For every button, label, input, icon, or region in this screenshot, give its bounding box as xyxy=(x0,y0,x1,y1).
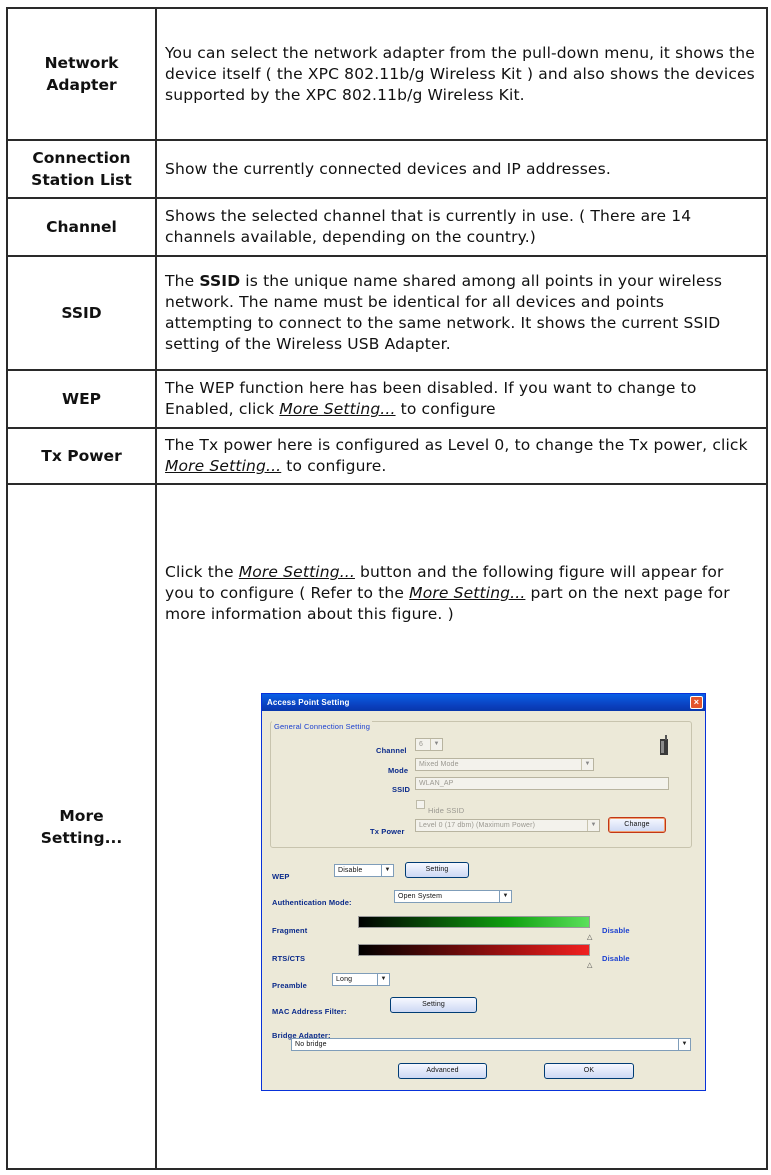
tx-power-value: Level 0 (17 dbm) (Maximum Power) xyxy=(419,822,536,829)
label-tx-power: Tx Power xyxy=(6,427,157,485)
label-more-setting: More Setting... xyxy=(6,483,157,1170)
mode-value: Mixed Mode xyxy=(419,761,459,768)
authentication-mode-value: Open System xyxy=(398,893,443,900)
more-setting-paragraph: Click the More Setting... button and the… xyxy=(165,562,756,625)
label-line: Network xyxy=(44,54,119,72)
chevron-down-icon: ▼ xyxy=(499,891,511,902)
hide-ssid-checkbox[interactable] xyxy=(416,800,425,809)
row-more-setting: More Setting... Click the More Setting..… xyxy=(6,483,768,1170)
chevron-down-icon: ▼ xyxy=(430,739,442,750)
fragment-slider[interactable] xyxy=(358,916,590,928)
label-line: Adapter xyxy=(46,76,117,94)
wep-value: Disable xyxy=(338,867,363,874)
more-setting-reference: More Setting... xyxy=(279,400,396,418)
bridge-adapter-value: No bridge xyxy=(295,1041,327,1048)
hide-ssid-label: Hide SSID xyxy=(428,806,465,815)
label-line: Station List xyxy=(31,171,132,189)
label-wep: WEP xyxy=(6,369,157,429)
channel-select[interactable]: 6 ▼ xyxy=(415,738,443,751)
authentication-mode-label: Authentication Mode: xyxy=(272,898,352,907)
desc-text: to configure xyxy=(395,400,496,418)
rts-cts-value: Disable xyxy=(602,954,630,963)
desc-more-setting: Click the More Setting... button and the… xyxy=(155,483,768,1170)
label-ssid: SSID xyxy=(6,255,157,371)
authentication-mode-select[interactable]: Open System ▼ xyxy=(394,890,512,903)
channel-value: 6 xyxy=(419,741,424,748)
row-channel: Channel Shows the selected channel that … xyxy=(6,197,768,257)
label-network-adapter: Network Adapter xyxy=(6,7,157,141)
ssid-term: SSID xyxy=(199,272,241,290)
ok-button[interactable]: OK xyxy=(544,1063,634,1079)
mode-select[interactable]: Mixed Mode ▼ xyxy=(415,758,594,771)
wireless-device-icon xyxy=(660,735,668,755)
preamble-label: Preamble xyxy=(272,981,307,990)
tx-power-select[interactable]: Level 0 (17 dbm) (Maximum Power) ▼ xyxy=(415,819,600,832)
chevron-down-icon: ▼ xyxy=(678,1039,690,1050)
chevron-down-icon: ▼ xyxy=(377,974,389,985)
chevron-down-icon: ▼ xyxy=(587,820,599,831)
desc-ssid: The SSID is the unique name shared among… xyxy=(155,255,768,371)
dialog-title: Access Point Setting xyxy=(267,698,350,707)
mac-filter-setting-button[interactable]: Setting xyxy=(390,997,477,1013)
mac-address-filter-label: MAC Address Filter: xyxy=(272,1007,347,1016)
preamble-select[interactable]: Long ▼ xyxy=(332,973,390,986)
wep-select[interactable]: Disable ▼ xyxy=(334,864,394,877)
wep-setting-button[interactable]: Setting xyxy=(405,862,469,878)
desc-wep: The WEP function here has been disabled.… xyxy=(155,369,768,429)
more-setting-reference: More Setting... xyxy=(409,584,526,602)
desc-text: Click the xyxy=(165,563,239,581)
more-setting-reference: More Setting... xyxy=(165,457,282,475)
ssid-value: WLAN_AP xyxy=(419,780,454,787)
dialog-title-bar: Access Point Setting xyxy=(262,694,705,711)
desc-text: to configure. xyxy=(281,457,387,475)
channel-label: Channel xyxy=(376,746,407,755)
change-button[interactable]: Change xyxy=(608,817,666,833)
more-setting-reference: More Setting... xyxy=(238,563,355,581)
desc-tx-power: The Tx power here is configured as Level… xyxy=(155,427,768,485)
mode-label: Mode xyxy=(388,766,409,775)
tx-power-label: Tx Power xyxy=(370,827,405,836)
row-ssid: SSID The SSID is the unique name shared … xyxy=(6,255,768,371)
row-wep: WEP The WEP function here has been disab… xyxy=(6,369,768,429)
advanced-button[interactable]: Advanced xyxy=(398,1063,487,1079)
group-title: General Connection Setting xyxy=(272,716,373,737)
row-connection-station-list: Connection Station List Show the current… xyxy=(6,139,768,199)
fragment-value: Disable xyxy=(602,926,630,935)
wep-label: WEP xyxy=(272,872,290,881)
settings-description-table: Network Adapter You can select the netwo… xyxy=(6,7,768,1170)
desc-network-adapter: You can select the network adapter from … xyxy=(155,7,768,141)
chevron-down-icon: ▼ xyxy=(581,759,593,770)
close-icon[interactable]: × xyxy=(690,696,703,709)
label-line: Setting... xyxy=(40,828,123,847)
row-network-adapter: Network Adapter You can select the netwo… xyxy=(6,7,768,141)
fragment-label: Fragment xyxy=(272,926,308,935)
desc-text: The Tx power here is configured as Level… xyxy=(165,436,748,454)
rts-cts-label: RTS/CTS xyxy=(272,954,306,963)
desc-text: The xyxy=(165,272,200,290)
label-channel: Channel xyxy=(6,197,157,257)
chevron-down-icon: ▼ xyxy=(381,865,393,876)
rts-cts-slider[interactable] xyxy=(358,944,590,956)
preamble-value: Long xyxy=(336,976,353,983)
desc-channel: Shows the selected channel that is curre… xyxy=(155,197,768,257)
access-point-setting-dialog: Access Point Setting × General Connectio… xyxy=(261,693,706,1091)
label-line: More xyxy=(59,806,104,825)
ssid-label: SSID xyxy=(392,785,411,794)
label-line: Connection xyxy=(32,149,131,167)
ssid-field[interactable]: WLAN_AP xyxy=(415,777,669,790)
desc-connection-station-list: Show the currently connected devices and… xyxy=(155,139,768,199)
label-connection-station-list: Connection Station List xyxy=(6,139,157,199)
desc-text: is the unique name shared among all poin… xyxy=(165,272,723,353)
bridge-adapter-select[interactable]: No bridge ▼ xyxy=(291,1038,691,1051)
row-tx-power: Tx Power The Tx power here is configured… xyxy=(6,427,768,485)
slider-thumb-icon[interactable]: △ xyxy=(587,955,593,976)
